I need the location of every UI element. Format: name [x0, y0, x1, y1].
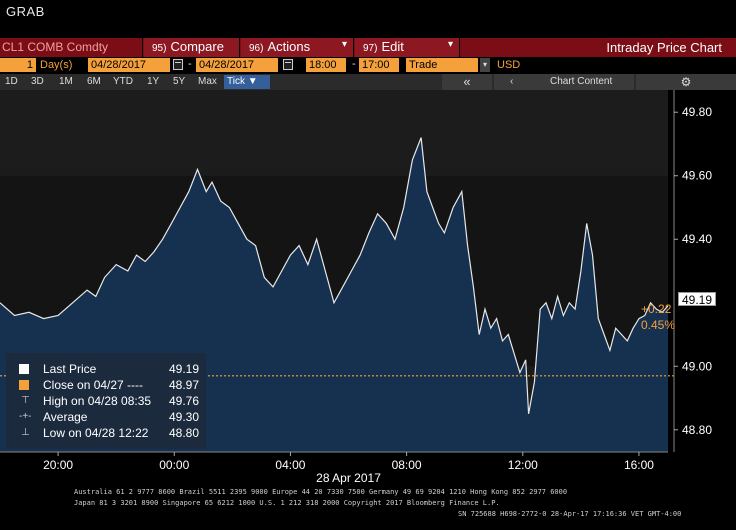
legend-last-value: 49.19 — [168, 362, 199, 376]
screen-title: Intraday Price Chart — [606, 40, 722, 55]
legend-average-value: 49.30 — [168, 410, 199, 424]
footer-contacts-line2: Japan 81 3 3201 8900 Singapore 65 6212 1… — [74, 499, 500, 507]
change-tag: +0.22 — [641, 302, 672, 316]
legend-close-swatch — [19, 380, 29, 390]
y-tick-label: 49.40 — [682, 232, 712, 246]
x-tick-label: 12:00 — [508, 458, 538, 472]
range-1m-button[interactable]: 1M — [56, 75, 76, 89]
legend-high: ⊤ High on 04/28 08:35 49.76 — [11, 394, 203, 408]
range-toolbar: 1D 3D 1M 6M YTD 1Y 5Y Max Tick ▼ « ‹ Cha… — [0, 74, 736, 90]
legend-high-label: High on 04/28 08:35 — [43, 394, 152, 408]
actions-button[interactable]: 96) Actions ▾ — [241, 38, 354, 57]
chart-area: 49.80 49.60 49.40 49.00 48.80 20:00 00:00 04:00… — [0, 90, 736, 486]
y-tick-label: 48.80 — [682, 423, 712, 437]
legend-high-value: 49.76 — [168, 394, 199, 408]
low-marker-icon: ⊥ — [21, 427, 30, 438]
title-bar: GRAB — [0, 0, 736, 38]
footer-contacts-line1: Australia 61 2 9777 8600 Brazil 5511 239… — [74, 488, 568, 496]
end-time-field[interactable]: 17:00 — [359, 58, 399, 72]
function-toolbar: CL1 COMB Comdty 95) Compare 96) Actions ▾ … — [0, 38, 736, 57]
x-tick-label: 00:00 — [159, 458, 189, 472]
tick-select[interactable]: Tick ▼ — [224, 75, 270, 89]
event-dropdown-icon[interactable]: ▾ — [480, 58, 490, 72]
chart-content-label: Chart Content — [550, 76, 613, 87]
date-controls: 1 Day(s) 04/28/2017 - 04/28/2017 18:00 -… — [0, 57, 736, 74]
currency-label[interactable]: USD — [497, 58, 520, 72]
period-count-field[interactable]: 1 — [0, 58, 36, 72]
range-5y-button[interactable]: 5Y — [170, 75, 188, 89]
legend-last-swatch — [19, 364, 29, 374]
collapse-small-icon: ‹ — [510, 76, 514, 87]
y-tick-label: 49.00 — [682, 359, 712, 373]
time-separator: - — [352, 58, 356, 70]
window-title: GRAB — [6, 4, 45, 19]
footer-session-line: SN 725688 H698-2772-0 28-Apr-17 17:16:36… — [458, 510, 682, 518]
last-price-tag: 49.19 — [678, 292, 717, 307]
calendar-icon[interactable] — [283, 59, 293, 70]
edit-button[interactable]: 97) Edit ▾ — [355, 38, 460, 57]
range-1d-button[interactable]: 1D — [2, 75, 21, 89]
compare-number: 95) — [152, 43, 167, 54]
date-label: 28 Apr 2017 — [316, 471, 381, 485]
edit-caret-icon: ▾ — [447, 39, 453, 50]
average-marker-icon: -+- — [19, 411, 32, 422]
y-tick-label: 49.80 — [682, 105, 712, 119]
legend-average: -+- Average 49.30 — [11, 410, 203, 424]
x-tick-label: 04:00 — [275, 458, 305, 472]
chart-legend: Last Price 49.19 Close on 04/27 ---- 48.… — [6, 353, 206, 449]
edit-number: 97) — [363, 43, 378, 54]
end-date-field[interactable]: 04/28/2017 — [196, 58, 278, 72]
compare-button[interactable]: 95) Compare — [144, 38, 240, 57]
legend-last-price: Last Price 49.19 — [11, 362, 203, 376]
legend-average-label: Average — [43, 410, 88, 424]
calendar-icon[interactable] — [173, 59, 183, 70]
date-separator: - — [188, 58, 192, 70]
actions-label: Actions — [267, 39, 311, 54]
edit-label: Edit — [381, 39, 404, 54]
start-time-field[interactable]: 18:00 — [306, 58, 346, 72]
legend-low-label: Low on 04/28 12:22 — [43, 426, 149, 440]
gear-icon[interactable]: ⚙ — [636, 74, 736, 90]
chart-content-button[interactable]: ‹ Chart Content — [494, 74, 634, 90]
x-tick-label: 16:00 — [624, 458, 654, 472]
collapse-button[interactable]: « — [442, 74, 492, 90]
security-ticker[interactable]: CL1 COMB Comdty — [0, 38, 143, 57]
legend-last-label: Last Price — [43, 362, 97, 376]
legend-low: ⊥ Low on 04/28 12:22 48.80 — [11, 426, 203, 440]
legend-close: Close on 04/27 ---- 48.97 — [11, 378, 203, 392]
actions-number: 96) — [249, 43, 264, 54]
y-tick-label: 49.60 — [682, 169, 712, 183]
change-pct-tag: 0.45% — [641, 318, 676, 332]
actions-caret-icon: ▾ — [341, 39, 347, 50]
range-3d-button[interactable]: 3D — [28, 75, 47, 89]
compare-label: Compare — [170, 39, 224, 54]
footer: Australia 61 2 9777 8600 Brazil 5511 239… — [0, 486, 736, 530]
range-max-button[interactable]: Max — [195, 75, 220, 89]
event-select[interactable]: Trade — [406, 58, 478, 72]
range-6m-button[interactable]: 6M — [84, 75, 104, 89]
x-tick-label: 08:00 — [392, 458, 422, 472]
legend-low-value: 48.80 — [168, 426, 199, 440]
range-ytd-button[interactable]: YTD — [110, 75, 136, 89]
legend-close-value: 48.97 — [168, 378, 199, 392]
range-1y-button[interactable]: 1Y — [144, 75, 162, 89]
legend-close-label: Close on 04/27 ---- — [43, 378, 144, 392]
high-marker-icon: ⊤ — [21, 395, 30, 406]
start-date-field[interactable]: 04/28/2017 — [88, 58, 170, 72]
x-tick-label: 20:00 — [43, 458, 73, 472]
period-unit-select[interactable]: Day(s) — [37, 58, 87, 72]
